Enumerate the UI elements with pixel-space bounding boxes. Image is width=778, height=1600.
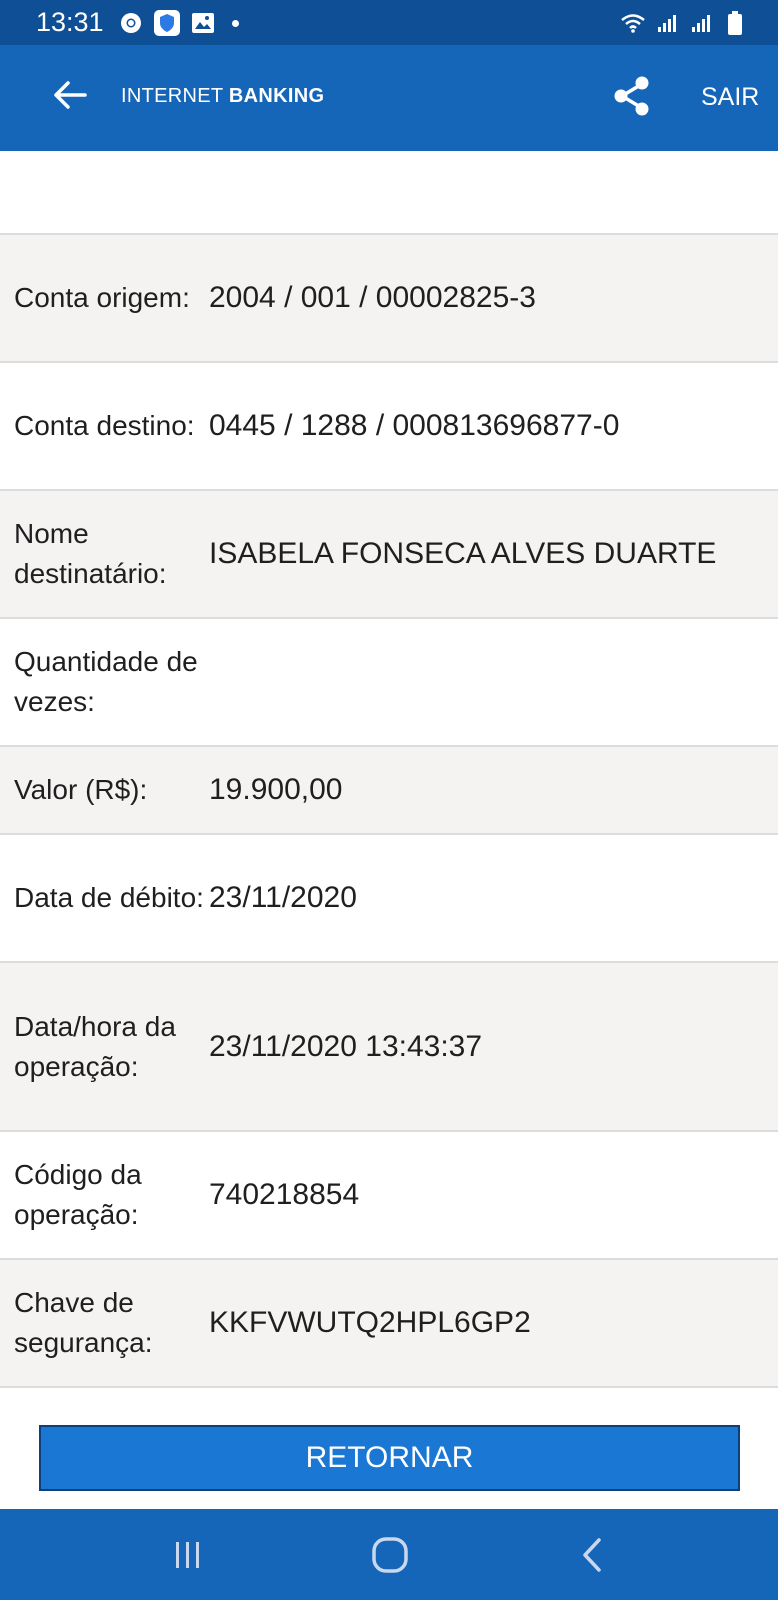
detail-value: ISABELA FONSECA ALVES DUARTE	[209, 537, 717, 570]
detail-row-debit-date: Data de débito: 23/11/2020	[0, 835, 778, 963]
status-time: 13:31	[36, 7, 104, 37]
detail-label: Código da operação:	[14, 1159, 142, 1230]
operation-details: Conta origem: 2004 / 001 / 00002825-3 Co…	[0, 233, 778, 1388]
detail-row-quantity: Quantidade de vezes:	[0, 619, 778, 747]
detail-value: 23/11/2020 13:43:37	[209, 1029, 483, 1063]
detail-label: Data de débito:	[14, 882, 204, 913]
detail-label: Conta origem:	[14, 282, 190, 313]
navigation-bar	[0, 1509, 778, 1600]
return-button[interactable]: RETORNAR	[39, 1425, 740, 1491]
detail-row-destination-account: Conta destino: 0445 / 1288 / 00081369687…	[0, 363, 778, 491]
system-icons	[620, 10, 748, 36]
detail-label: Conta destino:	[14, 410, 195, 441]
app-brand: INTERNET BANKING	[121, 85, 324, 108]
detail-value: 2004 / 001 / 00002825-3	[209, 281, 536, 314]
signal-icon	[654, 10, 680, 36]
dot-icon	[232, 19, 239, 27]
signal-icon	[688, 10, 714, 36]
detail-row-operation-code: Código da operação: 740218854	[0, 1132, 778, 1260]
detail-label: Nome destinatário:	[14, 518, 167, 589]
back-arrow-icon	[54, 81, 87, 109]
recents-icon	[176, 1542, 199, 1568]
back-button[interactable]	[48, 73, 92, 117]
detail-value: 740218854	[209, 1178, 360, 1211]
app-bar: INTERNET BANKING SAIR	[0, 45, 778, 151]
detail-label: Chave de segurança:	[14, 1287, 153, 1358]
chrome-icon	[118, 10, 144, 36]
share-icon	[614, 76, 649, 116]
brand-banking: BANKING	[228, 85, 325, 107]
detail-value: 23/11/2020	[209, 881, 357, 914]
detail-row-recipient-name: Nome destinatário: ISABELA FONSECA ALVES…	[0, 491, 778, 619]
detail-row-amount: Valor (R$): 19.900,00	[0, 747, 778, 835]
detail-value: KKFVWUTQ2HPL6GP2	[209, 1306, 531, 1339]
share-button[interactable]	[608, 72, 656, 120]
wifi-icon	[620, 10, 646, 36]
detail-value: 19.900,00	[209, 773, 343, 806]
detail-row-source-account: Conta origem: 2004 / 001 / 00002825-3	[0, 235, 778, 363]
image-icon	[190, 10, 216, 36]
system-back-button[interactable]	[570, 1533, 614, 1577]
detail-row-operation-datetime: Data/hora da operação: 23/11/2020 13:43:…	[0, 963, 778, 1132]
shield-icon	[154, 10, 180, 36]
notification-icons	[118, 10, 239, 36]
battery-icon	[722, 10, 748, 36]
detail-value: 0445 / 1288 / 000813696877-0	[209, 409, 620, 442]
home-button[interactable]	[368, 1533, 412, 1577]
exit-button[interactable]: SAIR	[701, 83, 759, 112]
back-icon	[583, 1538, 601, 1572]
brand-internet: INTERNET	[121, 85, 229, 107]
recents-button[interactable]	[166, 1533, 210, 1577]
status-bar: 13:31	[0, 0, 778, 45]
detail-label: Quantidade de vezes:	[14, 646, 198, 717]
home-icon	[372, 1537, 408, 1573]
detail-label: Data/hora da operação:	[14, 1010, 176, 1082]
detail-label: Valor (R$):	[14, 774, 148, 805]
detail-row-security-key: Chave de segurança: KKFVWUTQ2HPL6GP2	[0, 1260, 778, 1388]
